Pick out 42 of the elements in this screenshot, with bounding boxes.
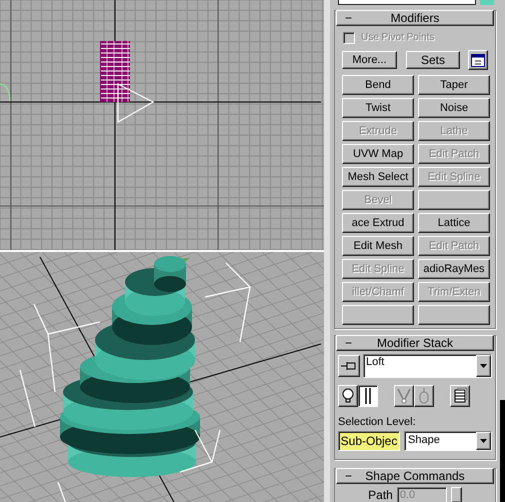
mouse-icon: [419, 388, 429, 404]
spinner-icon[interactable]: [450, 487, 462, 502]
lightbulb-icon: [342, 388, 354, 404]
checkbox-label: Use Pivot Points: [361, 33, 434, 43]
rollout-header[interactable]: − Shape Commands: [336, 468, 494, 484]
pin-icon: [341, 361, 357, 371]
modifier-button[interactable]: Taper: [418, 75, 490, 95]
camera-cone-drawing: [117, 83, 154, 124]
shape-wireframe-drawing: [100, 40, 130, 102]
modifier-button[interactable]: Lattice: [418, 213, 490, 233]
stack-icon: [453, 388, 467, 404]
blank-button[interactable]: [342, 305, 414, 325]
rollout-header[interactable]: − Modifier Stack: [336, 335, 494, 351]
spline-curve: [0, 83, 11, 102]
modifier-button[interactable]: Edit Mesh: [342, 236, 414, 256]
sub-object-button[interactable]: Sub-Objec: [338, 431, 400, 451]
modifier-stack-dropdown[interactable]: Loft: [363, 354, 492, 378]
fork-icon: [397, 388, 411, 404]
pin-stack-button[interactable]: [338, 355, 360, 377]
modifier-button[interactable]: ace Extrud: [342, 213, 414, 233]
modifier-button[interactable]: Mesh Select: [342, 167, 414, 187]
stack-tool-button[interactable]: [358, 385, 378, 407]
dropdown-arrow-button[interactable]: [476, 432, 491, 450]
modifier-button[interactable]: Twist: [342, 98, 414, 118]
modifier-button[interactable]: UVW Map: [342, 144, 414, 164]
selection-level-dropdown[interactable]: Shape: [404, 431, 492, 451]
blank-button[interactable]: [418, 305, 490, 325]
rollout-header[interactable]: − Modifiers: [336, 10, 494, 26]
dropdown-arrow-button[interactable]: [476, 355, 491, 377]
window-icon: [471, 54, 485, 66]
blank-button[interactable]: [418, 190, 490, 210]
caret-icon: [480, 439, 487, 443]
selection-level-label: Selection Level:: [337, 417, 417, 428]
more-button[interactable]: More...: [342, 51, 397, 69]
modifier-button[interactable]: Noise: [418, 98, 490, 118]
modifier-button[interactable]: Bend: [342, 75, 414, 95]
ibeam-icon: [364, 388, 372, 404]
path-label: Path: [368, 489, 393, 501]
configure-sets-button[interactable]: [468, 50, 488, 70]
modifier-button[interactable]: adioRayMes: [418, 259, 490, 279]
caret-icon: [480, 364, 487, 368]
sets-button[interactable]: Sets: [406, 51, 460, 69]
